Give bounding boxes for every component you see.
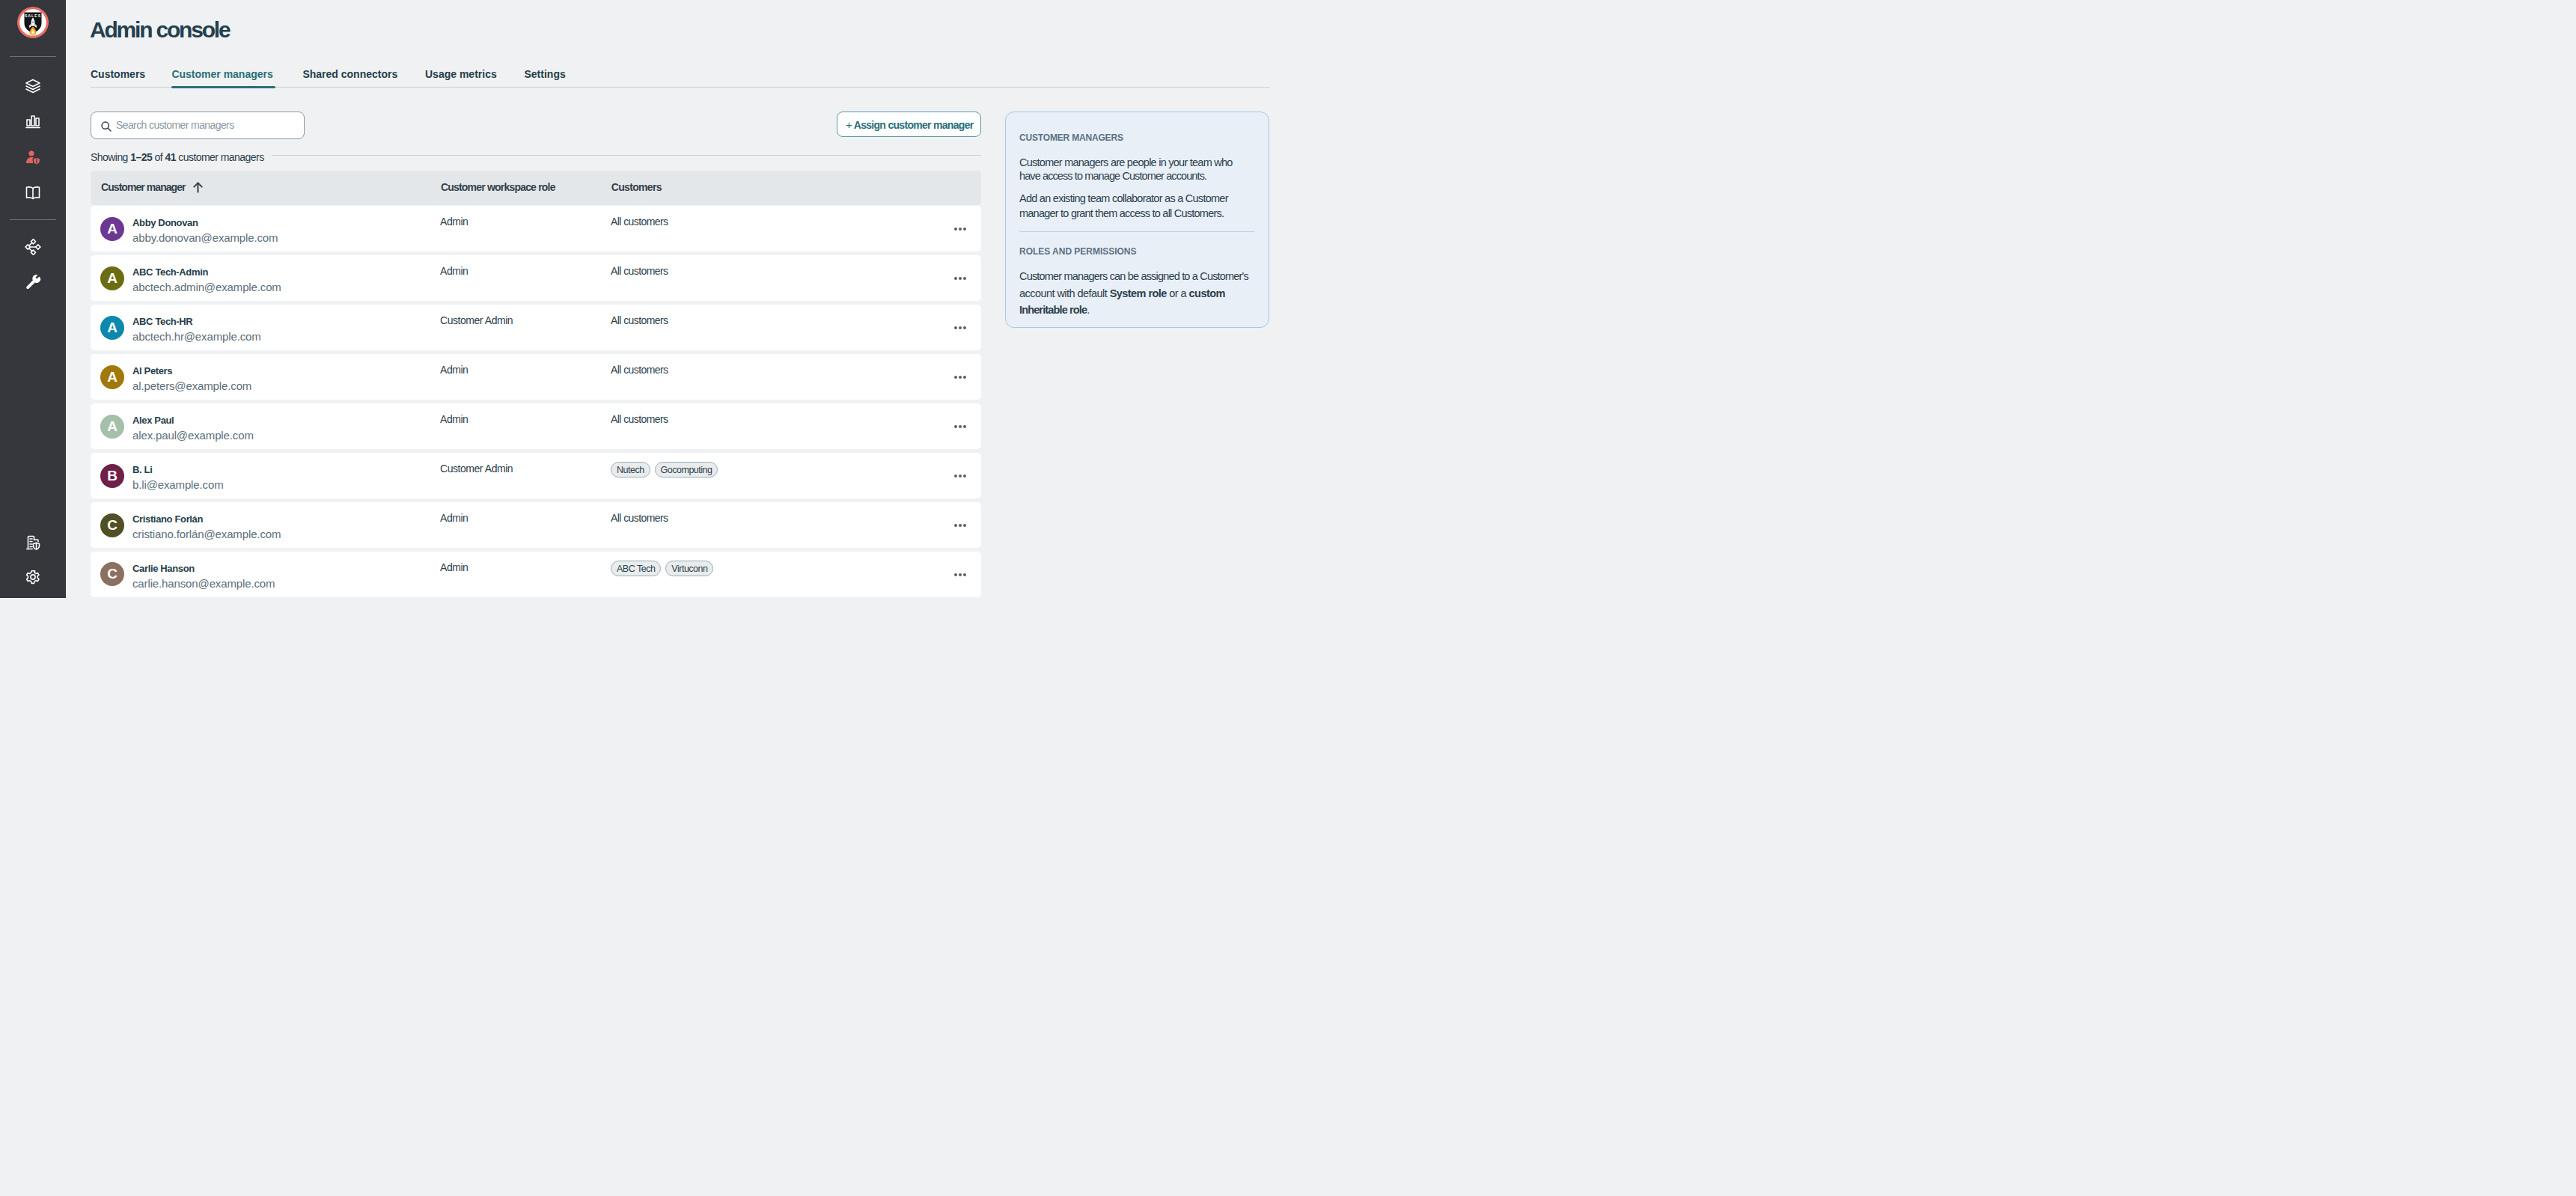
svg-text:SALES: SALES [25,13,41,18]
